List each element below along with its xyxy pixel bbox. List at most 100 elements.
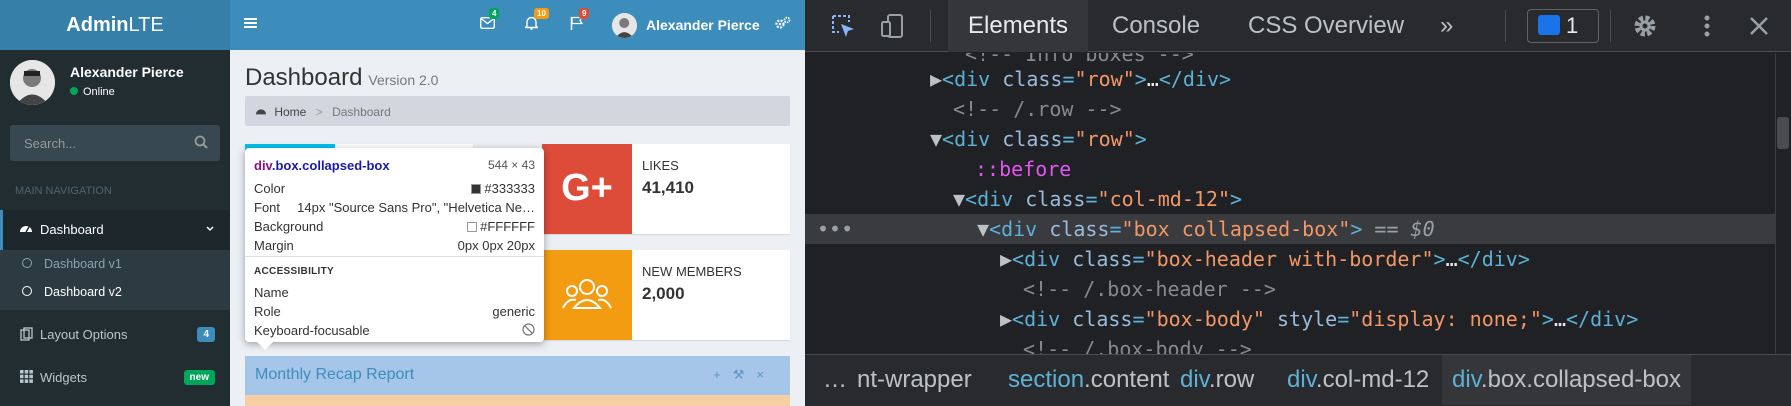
info-box-value: 41,410 <box>642 178 694 197</box>
dom-pseudo-before[interactable]: ::before <box>805 154 1791 184</box>
plus-icon[interactable]: + <box>713 367 733 382</box>
flags-badge: 9 <box>579 8 590 19</box>
breadcrumb-row[interactable]: div.row <box>1180 355 1254 405</box>
tooltip-size: 544 × 43 <box>487 158 535 172</box>
expand-arrow-icon: ▶ <box>930 67 943 91</box>
online-dot-icon <box>70 87 78 95</box>
user-name: Alexander Pierce <box>70 64 184 80</box>
tooltip-row-background: Background #FFFFFF <box>254 219 535 234</box>
sidebar-item-dashboard[interactable]: Dashboard <box>0 210 230 250</box>
tooltip-row-margin: Margin 0px 0px 20px <box>254 238 535 253</box>
monthly-recap-box-header[interactable]: Monthly Recap Report +⚒× <box>245 356 790 395</box>
page-version: Version 2.0 <box>368 72 439 88</box>
flag-icon[interactable]: 9 <box>570 8 590 34</box>
bell-icon[interactable]: 10 <box>523 8 549 34</box>
dom-node-row[interactable]: ▼<div class="row"> <box>805 124 1791 154</box>
info-box-members: NEW MEMBERS 2,000 <box>542 250 790 340</box>
breadcrumb-overflow[interactable]: … <box>823 355 847 405</box>
envelope-icon[interactable]: 4 <box>479 8 500 33</box>
dom-breadcrumbs: … nt-wrapper section.content div.row div… <box>805 354 1791 406</box>
search-icon[interactable] <box>194 135 208 152</box>
widgets-badge: new <box>183 370 215 385</box>
inspect-tooltip: div.box.collapsed-box 544 × 43 Color #33… <box>245 148 544 350</box>
sidebar: AdminLTE Alexander Pierce Online Search.… <box>0 0 230 406</box>
sidebar-item-layout-options[interactable]: Layout Options 4 <box>0 315 230 355</box>
dom-node-col[interactable]: ▼<div class="col-md-12"> <box>805 184 1791 214</box>
notifications-badge: 10 <box>534 8 549 19</box>
tab-css-overview[interactable]: CSS Overview <box>1248 0 1404 52</box>
circle-icon <box>22 286 32 296</box>
dom-line-comment[interactable]: <!-- /.box-header --> <box>805 274 1791 304</box>
avatar <box>10 60 55 105</box>
messages-badge: 4 <box>489 8 500 19</box>
top-navbar: 4 10 9 Alexander Pierce <box>230 0 805 50</box>
breadcrumb-home[interactable]: Home <box>274 105 306 119</box>
dom-node-selected[interactable]: ••• ▼<div class="box collapsed-box"> == $… <box>805 214 1791 244</box>
issues-button[interactable]: 1 <box>1527 9 1599 43</box>
color-swatch-icon <box>467 222 478 232</box>
sidebar-item-widgets[interactable]: Widgets new <box>0 358 230 398</box>
tab-elements[interactable]: Elements <box>948 0 1089 52</box>
info-box-value: 2,000 <box>642 284 685 303</box>
breadcrumb-col[interactable]: div.col-md-12 <box>1287 355 1429 405</box>
info-box-likes: G+ LIKES 41,410 <box>542 144 790 234</box>
breadcrumb-section[interactable]: section.content <box>1008 355 1169 405</box>
devtools-panel: Elements Console CSS Overview » 1 <!-- I… <box>805 0 1791 406</box>
dashboard-icon <box>18 222 34 237</box>
adminlte-page: AdminLTE Alexander Pierce Online Search.… <box>0 0 805 406</box>
topbar-avatar[interactable] <box>612 13 637 38</box>
files-icon <box>18 327 34 344</box>
breadcrumb-wrapper[interactable]: nt-wrapper <box>857 355 972 405</box>
scrollbar-thumb[interactable] <box>1777 117 1789 149</box>
more-tabs-icon[interactable]: » <box>1440 0 1453 52</box>
expand-arrow-icon: ▶ <box>1000 307 1013 331</box>
chevron-down-icon <box>205 222 215 237</box>
sidebar-item-dashboard-v2[interactable]: Dashboard v2 <box>0 278 230 310</box>
topbar-user-name[interactable]: Alexander Pierce <box>646 17 760 33</box>
th-icon <box>18 370 34 386</box>
accessibility-header: ACCESSIBILITY <box>254 266 335 277</box>
wrench-icon[interactable]: ⚒ <box>733 367 757 382</box>
tooltip-row-role: Role generic <box>254 304 535 319</box>
sidebar-item-dashboard-v1[interactable]: Dashboard v1 <box>0 250 230 278</box>
close-icon[interactable]: × <box>756 367 776 382</box>
inspect-element-icon[interactable] <box>829 12 857 40</box>
sidebar-search-input[interactable]: Search... <box>10 125 220 161</box>
tooltip-row-name: Name <box>254 285 289 300</box>
tooltip-row-color: Color #333333 <box>254 181 535 196</box>
dashboard-icon <box>255 105 267 119</box>
users-icon <box>542 250 632 340</box>
user-panel: Alexander Pierce Online <box>10 60 220 105</box>
kebab-menu-icon[interactable] <box>1693 12 1721 40</box>
tooltip-row-keyboard: Keyboard-focusable <box>254 323 535 341</box>
logo[interactable]: AdminLTE <box>0 0 230 50</box>
dom-node-box-header[interactable]: ▶<div class="box-header with-border">…</… <box>805 244 1791 274</box>
breadcrumb: Home > Dashboard <box>245 96 790 126</box>
scrollbar[interactable] <box>1775 53 1791 354</box>
message-icon <box>1538 15 1560 35</box>
gear-icon[interactable] <box>1631 12 1659 40</box>
tab-console[interactable]: Console <box>1112 0 1200 52</box>
dom-node-box-body[interactable]: ▶<div class="box-body" style="display: n… <box>805 304 1791 334</box>
highlight-margin <box>245 395 790 406</box>
info-box-label: NEW MEMBERS <box>642 264 742 279</box>
gears-icon[interactable] <box>775 16 791 34</box>
google-plus-icon: G+ <box>542 144 632 234</box>
device-toggle-icon[interactable] <box>879 12 907 40</box>
hamburger-icon[interactable] <box>244 16 257 33</box>
layout-options-badge: 4 <box>197 327 215 342</box>
svg-text:G+: G+ <box>561 167 613 209</box>
divider <box>245 256 544 257</box>
dom-node-row[interactable]: ▶<div class="row">…</div> <box>805 64 1791 94</box>
nav-header: MAIN NAVIGATION <box>15 185 112 197</box>
tooltip-selector: div.box.collapsed-box <box>254 158 390 173</box>
collapse-arrow-icon: ▼ <box>953 187 966 211</box>
circle-icon <box>22 258 32 268</box>
not-focusable-icon <box>522 323 535 339</box>
dom-line-comment[interactable]: <!-- /.row --> <box>805 94 1791 124</box>
close-icon[interactable] <box>1745 12 1773 40</box>
breadcrumb-current: Dashboard <box>332 105 391 119</box>
devtools-tabbar: Elements Console CSS Overview » 1 <box>805 0 1791 52</box>
breadcrumb-selected[interactable]: div.box.collapsed-box <box>1442 355 1692 405</box>
dom-line-comment[interactable]: <!-- /.box-body --> <box>805 334 1791 354</box>
